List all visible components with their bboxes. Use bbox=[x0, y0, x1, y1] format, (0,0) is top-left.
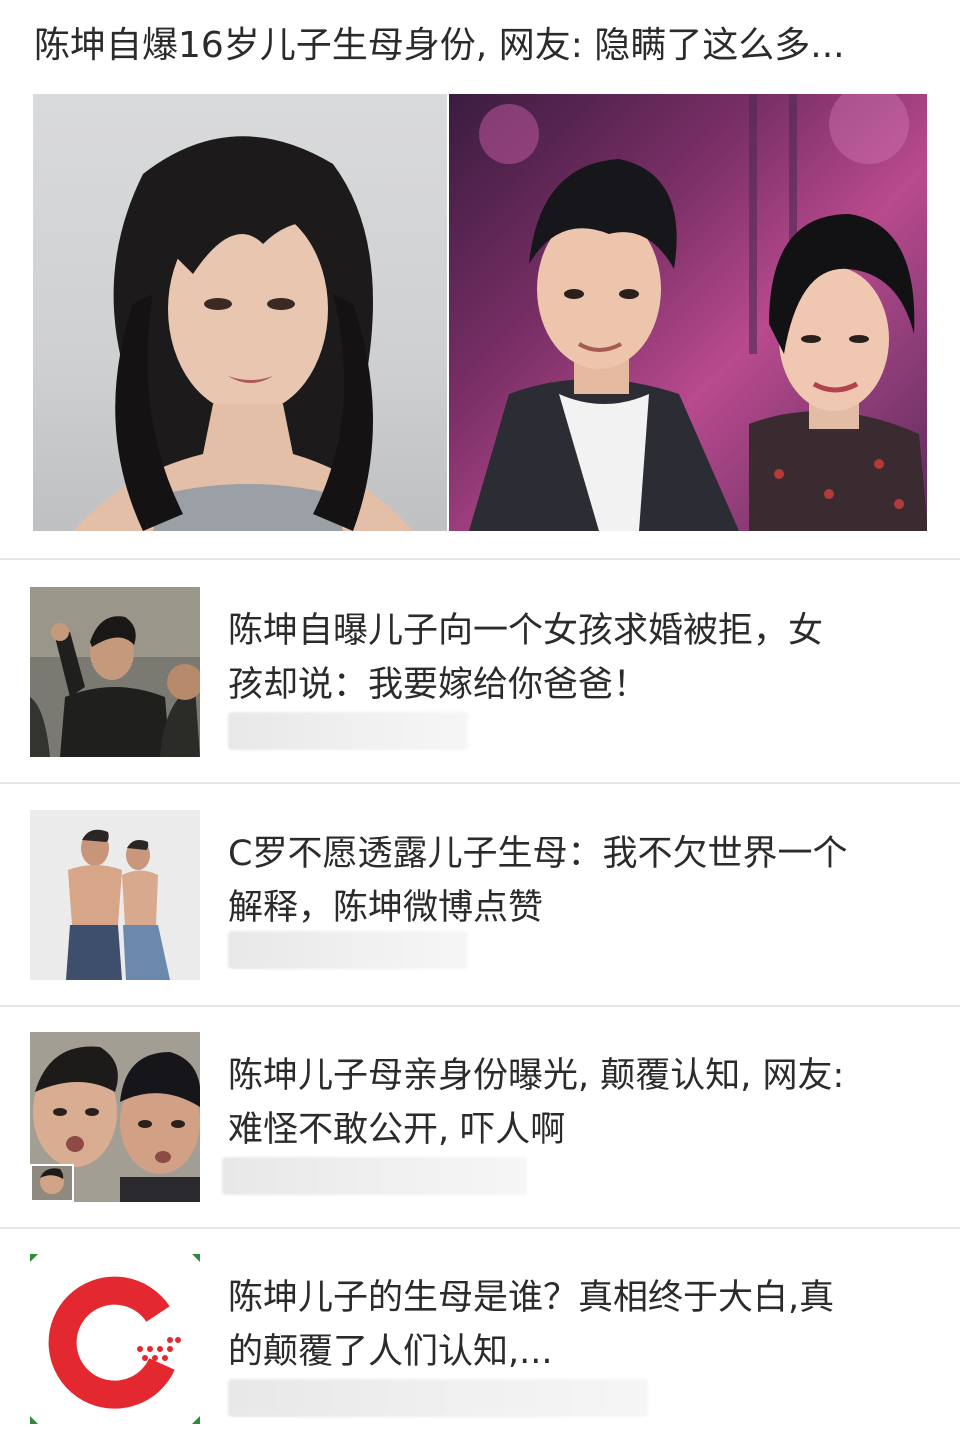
news-meta-3-blurred bbox=[222, 1157, 527, 1195]
news-item-3[interactable]: 陈坤儿子母亲身份曝光, 颠覆认知, 网友: 难怪不敢公开, 吓人啊 bbox=[0, 1007, 960, 1229]
news-title-3[interactable]: 陈坤儿子母亲身份曝光, 颠覆认知, 网友: 难怪不敢公开, 吓人啊 bbox=[228, 1049, 928, 1157]
news-title-1-line-1: 陈坤自曝儿子向一个女孩求婚被拒，女 bbox=[228, 611, 824, 651]
news-feed: 陈坤自爆16岁儿子生母身份, 网友: 隐瞒了这么多... 陈坤自曝儿子向一个女孩… bbox=[0, 0, 960, 1429]
news-thumbnail-1 bbox=[30, 587, 200, 757]
news-title-2[interactable]: C罗不愿透露儿子生母：我不欠世界一个 解释，陈坤微博点赞 bbox=[228, 827, 928, 935]
news-meta-2-blurred bbox=[228, 931, 468, 969]
news-title-2-line-2: 解释，陈坤微博点赞 bbox=[228, 888, 544, 928]
news-thumbnail-3 bbox=[30, 1032, 200, 1202]
man-thumbnail-icon bbox=[30, 587, 200, 757]
news-item-2[interactable]: C罗不愿透露儿子生母：我不欠世界一个 解释，陈坤微博点赞 bbox=[0, 785, 960, 1007]
woman-portrait-icon bbox=[73, 136, 413, 531]
hero-portrait-right bbox=[449, 94, 928, 531]
red-c-logo-icon bbox=[30, 1254, 200, 1424]
headline-card[interactable]: 陈坤自爆16岁儿子生母身份, 网友: 隐瞒了这么多... bbox=[0, 0, 960, 560]
couple-portrait-icon bbox=[469, 94, 928, 531]
news-thumbnail-4 bbox=[30, 1254, 200, 1424]
news-title-1-line-2: 孩却说：我要嫁给你爸爸！ bbox=[228, 665, 649, 705]
news-item-1[interactable]: 陈坤自曝儿子向一个女孩求婚被拒，女 孩却说：我要嫁给你爸爸！ bbox=[0, 562, 960, 784]
headline-title[interactable]: 陈坤自爆16岁儿子生母身份, 网友: 隐瞒了这么多... bbox=[34, 20, 934, 72]
father-son-thumbnail-icon bbox=[30, 810, 200, 980]
selfie-thumbnail-icon bbox=[30, 1032, 200, 1202]
news-title-3-line-2: 难怪不敢公开, 吓人啊 bbox=[228, 1110, 566, 1150]
news-title-2-line-1: C罗不愿透露儿子生母：我不欠世界一个 bbox=[228, 834, 848, 874]
news-title-1[interactable]: 陈坤自曝儿子向一个女孩求婚被拒，女 孩却说：我要嫁给你爸爸！ bbox=[228, 604, 928, 712]
news-title-3-line-1: 陈坤儿子母亲身份曝光, 颠覆认知, 网友: bbox=[228, 1056, 845, 1096]
news-meta-1-blurred bbox=[228, 712, 468, 750]
news-thumbnail-2 bbox=[30, 810, 200, 980]
headline-image[interactable] bbox=[33, 94, 928, 531]
hero-portrait-left bbox=[33, 94, 448, 531]
news-title-4[interactable]: 陈坤儿子的生母是谁？真相终于大白,真 的颠覆了人们认知,... bbox=[228, 1271, 928, 1379]
news-meta-4-blurred bbox=[228, 1379, 648, 1417]
news-title-4-line-1: 陈坤儿子的生母是谁？真相终于大白,真 bbox=[228, 1278, 835, 1318]
news-title-4-line-2: 的颠覆了人们认知,... bbox=[228, 1332, 553, 1372]
news-item-4[interactable]: 陈坤儿子的生母是谁？真相终于大白,真 的颠覆了人们认知,... bbox=[0, 1229, 960, 1429]
